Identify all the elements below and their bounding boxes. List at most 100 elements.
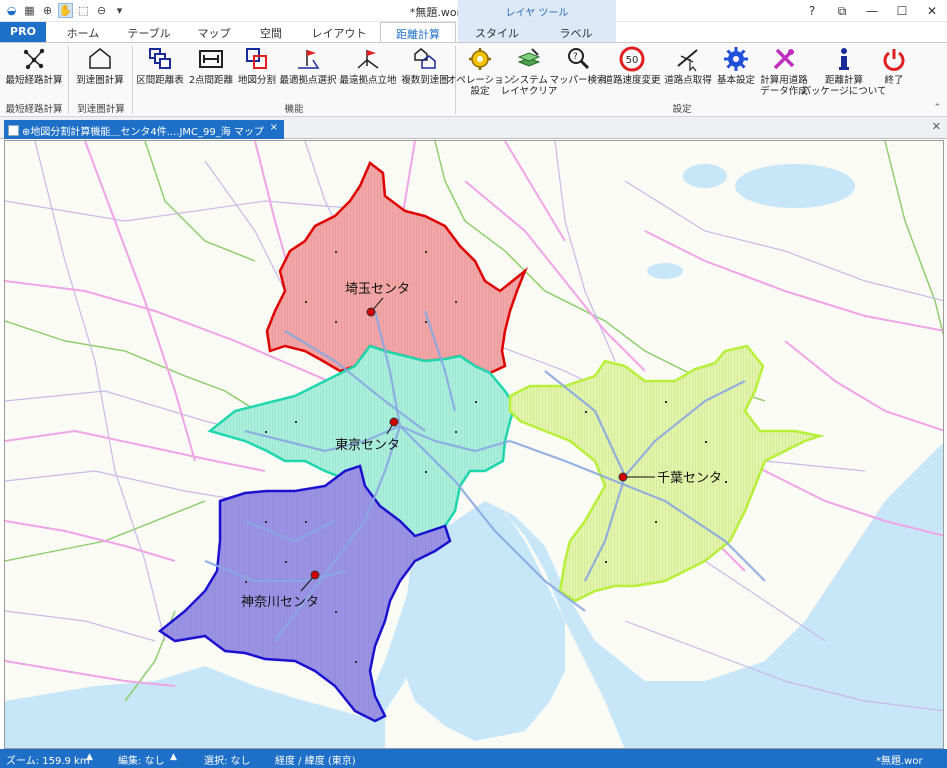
lake-kasumigaura xyxy=(735,164,855,208)
maximize-button[interactable]: ☐ xyxy=(887,0,917,22)
exit-label: 終了 xyxy=(884,75,904,86)
map-canvas[interactable]: 埼玉センタ 東京センタ 千葉センタ 神奈川センタ xyxy=(5,141,944,749)
speed-limit-icon: 50 xyxy=(618,46,646,72)
tab-spatial[interactable]: 空間 xyxy=(248,22,294,42)
shortest-path-button[interactable]: 最短経路計算 xyxy=(5,46,63,86)
center-chiba-label: 千葉センタ xyxy=(657,471,722,486)
map-split-button[interactable]: 地図分割 xyxy=(236,46,278,86)
two-point-distance-icon xyxy=(197,46,225,72)
optimal-site-button[interactable]: 最適拠点選択 xyxy=(278,46,338,86)
operation-settings-button[interactable]: オペレーション 設定 xyxy=(447,46,513,97)
optimal-site-select-icon xyxy=(294,46,322,72)
context-tab-title: レイヤ ツール xyxy=(458,0,616,22)
shortest-path-icon xyxy=(20,46,48,72)
multiple-reach-icon xyxy=(411,46,439,72)
status-file: *無題.wor xyxy=(876,756,923,767)
lake-inba xyxy=(647,263,683,279)
basic-settings-label: 基本設定 xyxy=(716,75,755,86)
shortest-path-label: 最短経路計算 xyxy=(5,75,63,86)
two-point-distance-button[interactable]: 2点間距離 xyxy=(186,46,236,86)
layer-clear-button[interactable]: システム レイヤクリア xyxy=(501,46,557,97)
group-label-reach-area: 到達圏計算 xyxy=(77,104,125,115)
road-point-label: 道路点取得 xyxy=(664,75,712,86)
status-edit-dropdown[interactable]: ▲ xyxy=(170,752,177,762)
ribbon-separator xyxy=(132,46,133,114)
window-controls: ? ⧉ — ☐ ✕ xyxy=(797,0,947,22)
tab-table[interactable]: テーブル xyxy=(118,22,180,42)
ribbon-tab-bar: PRO ホーム テーブル マップ 空間 レイアウト 距離計算 スタイル ラベル xyxy=(0,22,947,42)
reach-area-icon xyxy=(86,46,114,72)
multiple-reach-button[interactable]: 複数到達圏 xyxy=(398,46,452,86)
basic-settings-icon xyxy=(722,46,750,72)
tab-distance-calc[interactable]: 距離計算 xyxy=(380,22,456,42)
farthest-site-icon xyxy=(354,46,382,72)
operation-settings-icon xyxy=(466,46,494,72)
two-point-distance-label: 2点間距離 xyxy=(188,75,234,86)
group-label-settings: 設定 xyxy=(672,104,692,115)
group-label-functions: 機能 xyxy=(284,104,304,115)
road-data-tools-icon xyxy=(770,46,798,72)
map-window[interactable]: 埼玉センタ 東京センタ 千葉センタ 神奈川センタ xyxy=(4,140,944,749)
ribbon-separator xyxy=(68,46,69,114)
about-package-button[interactable]: 距離計算 パッケージについて xyxy=(801,46,887,97)
tab-pro[interactable]: PRO xyxy=(0,22,46,42)
tab-label[interactable]: ラベル xyxy=(536,22,616,42)
optimal-site-label: 最適拠点選択 xyxy=(279,75,337,86)
speed-badge: 50 xyxy=(626,55,639,66)
map-split-label: 地図分割 xyxy=(237,75,276,86)
restore-ribbon-button[interactable]: ⧉ xyxy=(827,0,857,22)
map-window-icon xyxy=(8,125,19,136)
road-point-button[interactable]: 道路点取得 xyxy=(662,46,714,86)
status-bar: ズーム: 159.9 km ▲ 編集: なし ▲ 選択: なし 経度 / 緯度 … xyxy=(0,749,947,768)
road-point-icon xyxy=(674,46,702,72)
info-icon xyxy=(830,46,858,72)
document-area-close-icon[interactable]: ✕ xyxy=(932,120,941,133)
road-speed-label: 道路速度変更 xyxy=(603,75,661,86)
mapper-search-label: マッパー検索 xyxy=(549,75,607,86)
mapper-search-button[interactable]: ? マッパー検索 xyxy=(549,46,607,86)
document-tab-close[interactable]: × xyxy=(270,122,278,133)
distance-table-label: 区間距離表 xyxy=(136,75,184,86)
map-split-icon xyxy=(243,46,271,72)
reach-area-button[interactable]: 到達圏計算 xyxy=(72,46,128,86)
road-speed-button[interactable]: 50 道路速度変更 xyxy=(603,46,661,86)
center-saitama-marker[interactable] xyxy=(366,307,376,317)
status-zoom: ズーム: 159.9 km xyxy=(6,756,90,767)
help-button[interactable]: ? xyxy=(797,0,827,22)
center-kanagawa-label: 神奈川センタ xyxy=(241,595,319,610)
svg-text:?: ? xyxy=(573,52,578,62)
distance-table-icon xyxy=(146,46,174,72)
document-tab-map[interactable]: ⊕地図分割計算機能＿センタ4件....JMC_99_海 マップ × xyxy=(4,120,284,139)
distance-table-button[interactable]: 区間距離表 xyxy=(134,46,186,86)
minimize-button[interactable]: — xyxy=(857,0,887,22)
status-coords: 経度 / 緯度 (東京) xyxy=(275,756,356,767)
exit-button[interactable]: 終了 xyxy=(878,46,910,86)
ribbon-panel: 最短経路計算 到達圏計算 区間距離表 2点間距離 地図分割 最適拠点選択 最遠拠… xyxy=(0,42,947,117)
center-kanagawa-marker[interactable] xyxy=(310,570,320,580)
multiple-reach-label: 複数到達圏 xyxy=(401,75,449,86)
group-label-shortest-path: 最短経路計算 xyxy=(5,104,63,115)
layer-clear-icon xyxy=(515,46,543,72)
region-saitama-hatch xyxy=(267,163,525,373)
lake-small xyxy=(683,164,727,188)
basic-settings-button[interactable]: 基本設定 xyxy=(714,46,758,86)
tab-style[interactable]: スタイル xyxy=(458,22,536,42)
tab-home[interactable]: ホーム xyxy=(55,22,111,42)
status-edit: 編集: なし xyxy=(118,756,165,767)
farthest-site-button[interactable]: 最遠拠点立地 xyxy=(338,46,398,86)
tab-layout[interactable]: レイアウト xyxy=(302,22,376,42)
collapse-ribbon-icon[interactable]: ⌃ xyxy=(933,103,941,113)
document-tab-title: ⊕地図分割計算機能＿センタ4件....JMC_99_海 マップ xyxy=(22,127,264,138)
reach-area-label: 到達圏計算 xyxy=(76,75,124,86)
center-tokyo-label: 東京センタ xyxy=(335,437,400,453)
status-zoom-dropdown[interactable]: ▲ xyxy=(86,752,93,762)
title-bar: ◒ ▦ ⊕ ✋ ⬚ ⊖ ▾ *無題.wor - MapInfo Pro レイヤ … xyxy=(0,0,947,22)
tab-map[interactable]: マップ xyxy=(186,22,242,42)
center-chiba-marker[interactable] xyxy=(618,472,628,482)
mapper-search-icon: ? xyxy=(564,46,592,72)
status-select: 選択: なし xyxy=(204,756,251,767)
power-icon xyxy=(880,46,908,72)
close-button[interactable]: ✕ xyxy=(917,0,947,22)
about-package-label: 距離計算 パッケージについて xyxy=(801,75,887,97)
center-tokyo-marker[interactable] xyxy=(389,417,399,427)
